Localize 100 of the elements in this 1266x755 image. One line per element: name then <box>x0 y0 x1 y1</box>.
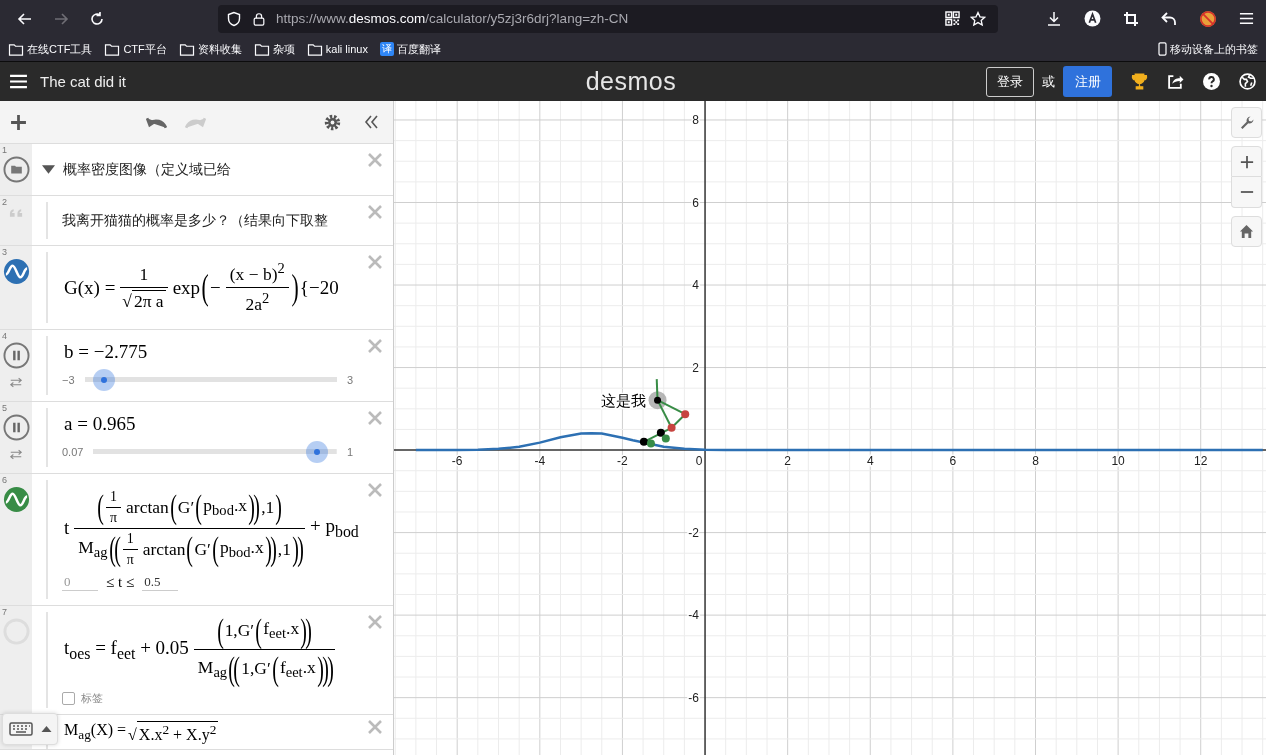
share-icon[interactable] <box>1167 73 1184 90</box>
home-button[interactable] <box>1231 216 1262 247</box>
bookmark[interactable]: 移动设备上的书签 <box>1158 41 1258 57</box>
tick-label: 10 <box>1111 454 1125 469</box>
bookmark[interactable]: kali linux <box>306 42 368 56</box>
home-icon <box>1239 224 1254 239</box>
qr-code-icon[interactable] <box>945 11 960 26</box>
slider-thumb[interactable] <box>306 440 329 463</box>
curve-line[interactable] <box>415 431 1263 452</box>
logo[interactable]: desmos <box>585 67 677 96</box>
zoom-out-button[interactable] <box>1231 177 1262 208</box>
tick-label: -6 <box>688 690 700 705</box>
pause-button[interactable] <box>2 414 30 441</box>
zoom-in-button[interactable] <box>1231 146 1262 177</box>
formula[interactable]: b = −2.775 <box>62 340 353 363</box>
phone-icon <box>1158 42 1167 56</box>
folder-icon <box>178 42 195 56</box>
tick-label: 4 <box>692 278 700 293</box>
bookmark[interactable]: 杂项 <box>253 41 295 57</box>
line-number: 5 <box>2 403 7 413</box>
bookmark[interactable]: 资料收集 <box>178 41 242 57</box>
settings-icon[interactable] <box>324 113 341 131</box>
download-icon[interactable] <box>1046 10 1062 27</box>
slider-thumb[interactable] <box>93 368 116 391</box>
tick-label: 6 <box>692 195 700 210</box>
plus-icon <box>1239 154 1254 169</box>
reload-icon <box>89 10 105 27</box>
account-icon[interactable] <box>1084 10 1101 27</box>
extension-icon[interactable] <box>1199 9 1217 28</box>
signup-button[interactable]: 注册 <box>1063 66 1112 97</box>
settings-button[interactable] <box>1231 107 1262 138</box>
slider-min[interactable]: −3 <box>62 373 75 386</box>
line-number: 6 <box>2 475 7 485</box>
shield-icon[interactable] <box>226 10 242 27</box>
domain-max-field[interactable]: 0.5 <box>142 573 179 591</box>
visibility-toggle[interactable] <box>2 486 30 513</box>
point-label: 这是我 <box>600 392 646 410</box>
formula[interactable]: a = 0.965 <box>62 412 353 435</box>
tick-label: -6 <box>451 454 463 469</box>
address-bar[interactable]: https://www.desmos.com/calculator/y5zj3r6drj?lang=zh-CN <box>218 4 998 33</box>
keyboard-button[interactable] <box>2 713 58 745</box>
collapse-icon[interactable] <box>363 114 379 130</box>
slider-min[interactable]: 0.07 <box>62 445 84 458</box>
graph-title[interactable]: The cat did it <box>40 73 126 90</box>
pause-button[interactable] <box>2 342 30 369</box>
tick-label: 8 <box>692 113 700 127</box>
star-icon[interactable] <box>970 10 986 27</box>
bookmark[interactable]: 译 百度翻译 <box>379 41 441 57</box>
tick-label: 2 <box>692 360 700 375</box>
line-number: 3 <box>2 247 7 257</box>
menu-icon[interactable] <box>1239 11 1254 26</box>
translate-icon: 译 <box>379 42 394 56</box>
tick-label: -2 <box>617 454 628 469</box>
help-icon[interactable] <box>1203 73 1220 90</box>
folder-title[interactable]: 概率密度图像（定义域已给 <box>63 160 231 179</box>
menu-icon[interactable] <box>10 74 27 89</box>
crop-icon[interactable] <box>1123 10 1139 27</box>
tick-label: 6 <box>949 454 957 469</box>
reply-arrow-icon[interactable] <box>1161 10 1177 27</box>
or-text: 或 <box>1042 72 1055 91</box>
keyboard-icon <box>8 722 33 736</box>
add-icon[interactable] <box>10 113 27 131</box>
note-text[interactable]: 我离开猫猫的概率是多少？（结果向下取整 <box>62 211 353 230</box>
lock-icon[interactable] <box>252 10 266 27</box>
tick-label: 12 <box>1194 454 1208 469</box>
url-text: https://www.desmos.com/calculator/y5zj3r6drj?lang=zh-CN <box>276 11 629 26</box>
folder-icon <box>306 42 323 56</box>
folder-icon <box>8 42 24 56</box>
forward-arrow-icon <box>53 10 69 27</box>
formula[interactable]: M$_{ag}$(X) =√X.x$^{2}$ + X.y$^{2}$ <box>62 720 353 745</box>
loop-icon[interactable] <box>9 377 23 388</box>
line-number: 2 <box>2 197 7 207</box>
checkbox-label[interactable]: 标签 <box>81 691 103 707</box>
login-button[interactable]: 登录 <box>986 66 1034 97</box>
line-number: 4 <box>2 331 7 341</box>
loop-icon[interactable] <box>9 449 23 460</box>
slider-max[interactable]: 3 <box>346 373 353 386</box>
tick-label: 2 <box>784 454 791 469</box>
wrench-icon <box>1238 114 1255 131</box>
checkbox[interactable] <box>62 692 75 706</box>
quote-icon <box>8 208 24 218</box>
visibility-toggle[interactable] <box>2 258 30 285</box>
line-number: 1 <box>2 145 7 155</box>
tick-label: 8 <box>1032 454 1039 469</box>
tick-label: -4 <box>688 608 700 623</box>
trophy-icon[interactable] <box>1131 73 1148 90</box>
line-number: 7 <box>2 607 7 617</box>
slider-max[interactable]: 1 <box>346 445 353 458</box>
tick-label: -4 <box>534 454 546 469</box>
back-arrow-icon <box>17 10 33 27</box>
folder-icon <box>253 42 270 56</box>
undo-icon[interactable] <box>145 115 167 129</box>
domain-inequality: ≤ t ≤ <box>106 573 135 591</box>
globe-icon[interactable] <box>1239 73 1256 90</box>
tick-label: 0 <box>695 454 703 469</box>
bookmark[interactable]: CTF平台 <box>104 41 167 57</box>
caret-up-icon <box>40 726 52 732</box>
bookmark[interactable]: 在线CTF工具 <box>8 41 93 57</box>
collapse-caret[interactable] <box>42 163 55 176</box>
folder-icon[interactable] <box>2 156 30 183</box>
